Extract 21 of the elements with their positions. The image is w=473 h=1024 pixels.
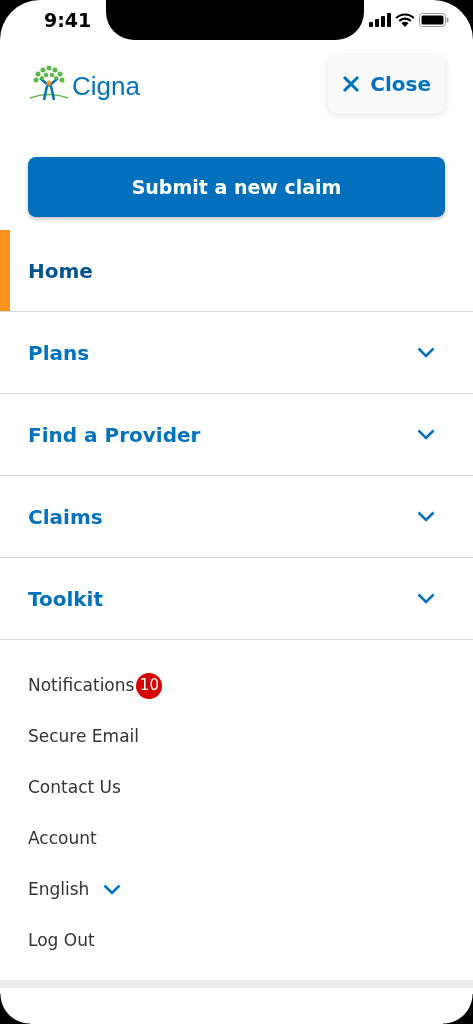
wifi-icon — [395, 13, 415, 27]
logo-wordmark: Cigna — [72, 73, 140, 99]
status-time: 9:41 — [44, 7, 92, 33]
close-icon — [342, 75, 361, 93]
menu-link[interactable]: Log Out — [28, 927, 95, 954]
nav-item[interactable]: Plans — [0, 312, 473, 394]
submit-claim-button[interactable]: Submit a new claim — [28, 157, 445, 217]
menu-link[interactable]: Notifications — [28, 672, 135, 699]
language-dropdown[interactable]: English — [28, 876, 122, 903]
close-button[interactable]: Close — [328, 55, 445, 113]
notification-badge: 10 — [136, 672, 163, 699]
menu-link[interactable]: Account — [28, 825, 97, 852]
nav-item[interactable]: Claims — [0, 476, 473, 558]
menu-link[interactable]: Contact Us — [28, 774, 121, 801]
signal-icon — [369, 13, 391, 27]
nav-item[interactable]: Toolkit — [0, 558, 473, 640]
battery-icon — [419, 13, 449, 27]
nav-item[interactable]: Find a Provider — [0, 394, 473, 476]
nav-item[interactable]: Home — [0, 230, 473, 312]
menu-link[interactable]: Secure Email — [28, 723, 139, 750]
chevron-down-icon — [103, 884, 122, 895]
